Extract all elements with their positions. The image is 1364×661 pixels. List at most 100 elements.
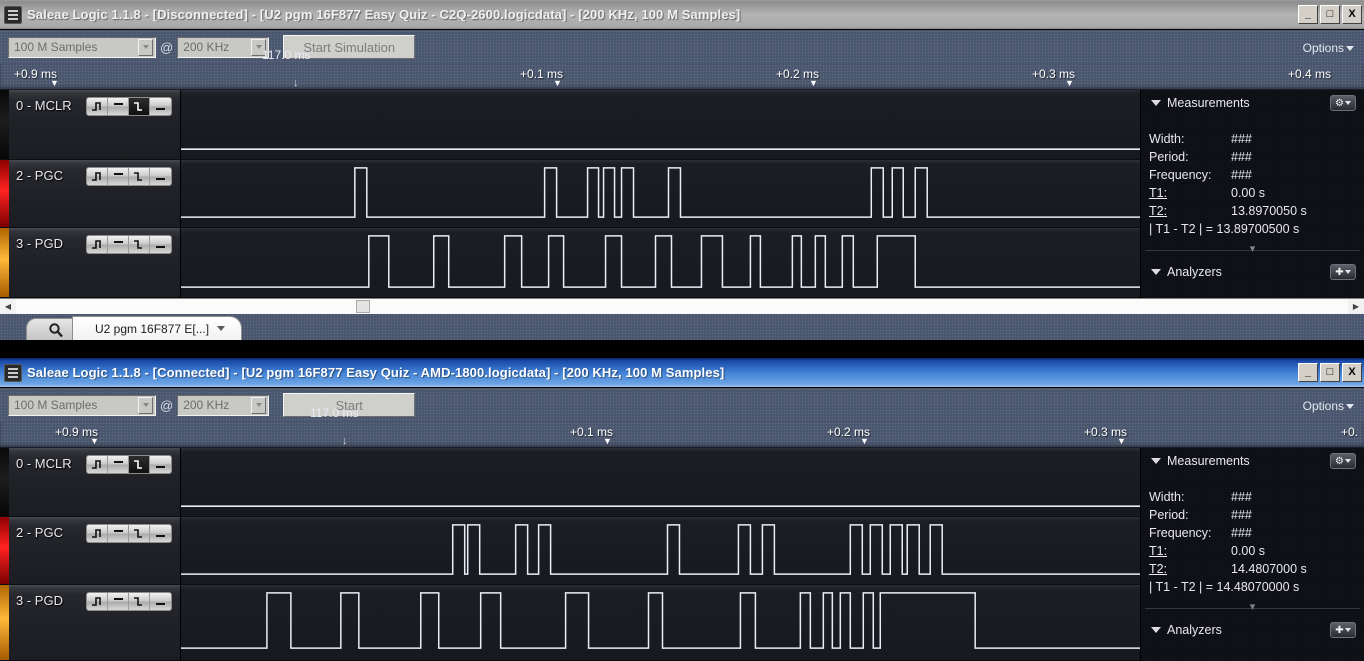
channel-row-pgc[interactable]: 2 - PGC [0,517,180,585]
channel-row-mclr[interactable]: 0 - MCLR [0,90,180,160]
measurement-row: Width:### [1149,130,1364,148]
measurement-row: Period:### [1149,148,1364,166]
waveform-mclr[interactable] [181,448,1140,517]
rising-edge-icon[interactable] [87,525,108,542]
scrollbar-thumb[interactable] [356,300,370,313]
high-level-icon[interactable] [108,593,129,610]
waveform-trace-mclr [181,90,1140,159]
trigger-marker-icon[interactable]: ↓ [342,435,348,447]
chevron-down-icon[interactable] [1151,100,1161,106]
waveform-area[interactable] [180,90,1140,298]
chevron-down-icon[interactable] [251,397,266,414]
sample-count-select[interactable]: 100 M Samples [8,395,156,416]
waveform-pgc[interactable] [181,517,1140,585]
gear-icon[interactable]: ⚙ [1330,95,1356,111]
maximize-button[interactable]: □ [1320,5,1340,24]
waveform-pgd[interactable] [181,228,1140,298]
high-level-icon[interactable] [108,525,129,542]
analyzers-header[interactable]: Analyzers ✚ [1141,617,1364,643]
waveform-area[interactable] [180,448,1140,661]
ruler-tick-icon: ▼ [809,79,818,88]
channel-row-pgd[interactable]: 3 - PGD [0,585,180,661]
panel-splitter[interactable] [1145,608,1360,609]
measurement-row-delta: | T1 - T2 | = 13.89700500 s [1149,220,1364,238]
low-level-icon[interactable] [150,593,171,610]
close-button[interactable]: X [1342,5,1362,24]
waveform-mclr[interactable] [181,90,1140,160]
sample-rate-select[interactable]: 200 KHz [177,395,269,416]
channel-color-bar [0,448,9,516]
chevron-down-icon[interactable] [138,39,153,56]
sample-count-select[interactable]: 100 M Samples [8,37,156,58]
falling-edge-icon[interactable] [129,593,150,610]
measurement-key[interactable]: T1: [1149,544,1231,558]
falling-edge-icon[interactable] [129,168,150,185]
chevron-down-icon[interactable] [1151,269,1161,275]
high-level-icon[interactable] [108,236,129,253]
falling-edge-icon[interactable] [129,525,150,542]
options-menu[interactable]: Options [1303,41,1354,55]
plus-icon[interactable]: ✚ [1330,622,1356,638]
high-level-icon[interactable] [108,168,129,185]
chevron-down-icon[interactable] [1151,627,1161,633]
gear-icon[interactable]: ⚙ [1330,453,1356,469]
falling-edge-icon[interactable] [129,236,150,253]
rising-edge-icon[interactable] [87,236,108,253]
window-titlebar[interactable]: Saleae Logic 1.1.8 - [Disconnected] - [U… [0,0,1364,30]
maximize-button[interactable]: □ [1320,363,1340,382]
chevron-down-icon[interactable] [217,326,225,331]
chevron-down-icon[interactable] [138,397,153,414]
timeline-ruler[interactable]: +0.9 ms ▼ +0.1 ms ▼ +0.2 ms ▼ +0.3 ms ▼ … [0,422,1364,448]
measurement-key[interactable]: T2: [1149,204,1231,218]
high-level-icon[interactable] [108,456,129,473]
plus-icon[interactable]: ✚ [1330,264,1356,280]
measurement-key: Width: [1149,132,1231,146]
minimize-button[interactable]: _ [1298,5,1318,24]
start-button[interactable]: Start [283,393,415,417]
low-level-icon[interactable] [150,98,171,115]
channel-row-pgd[interactable]: 3 - PGD [0,228,180,298]
start-simulation-button[interactable]: Start Simulation [283,35,415,59]
scrollbar-track[interactable] [16,299,1348,314]
edge-trigger-group [86,167,172,186]
waveform-pgc[interactable] [181,160,1140,228]
measurement-key[interactable]: T1: [1149,186,1231,200]
measurement-key: Width: [1149,490,1231,504]
high-level-icon[interactable] [108,98,129,115]
waveform-pgd[interactable] [181,585,1140,661]
document-tab[interactable]: U2 pgm 16F877 E[...] [72,316,242,340]
rising-edge-icon[interactable] [87,98,108,115]
sample-rate-select[interactable]: 200 KHz [177,37,269,58]
scroll-left-icon[interactable]: ◀ [0,299,16,314]
scroll-right-icon[interactable]: ▶ [1348,299,1364,314]
rising-edge-icon[interactable] [87,168,108,185]
analyzers-header[interactable]: Analyzers ✚ [1141,259,1364,285]
minimize-button[interactable]: _ [1298,363,1318,382]
low-level-icon[interactable] [150,236,171,253]
rising-edge-icon[interactable] [87,456,108,473]
low-level-icon[interactable] [150,525,171,542]
measurement-row: Period:### [1149,506,1364,524]
falling-edge-icon[interactable] [129,98,150,115]
measurement-key[interactable]: T2: [1149,562,1231,576]
low-level-icon[interactable] [150,456,171,473]
low-level-icon[interactable] [150,168,171,185]
rising-edge-icon[interactable] [87,593,108,610]
horizontal-scrollbar[interactable]: ◀ ▶ [0,298,1364,314]
chevron-down-icon[interactable] [1151,458,1161,464]
trigger-marker-icon[interactable]: ↓ [293,77,299,89]
options-label: Options [1303,399,1344,413]
window-titlebar[interactable]: Saleae Logic 1.1.8 - [Connected] - [U2 p… [0,358,1364,388]
measurements-header[interactable]: Measurements ⚙ [1141,448,1364,474]
channel-row-pgc[interactable]: 2 - PGC [0,160,180,228]
falling-edge-icon[interactable] [129,456,150,473]
timeline-ruler[interactable]: +0.9 ms ▼ +0.1 ms ▼ +0.2 ms ▼ +0.3 ms ▼ … [0,64,1364,90]
channel-label: 2 - PGC [16,525,63,540]
channel-row-mclr[interactable]: 0 - MCLR [0,448,180,517]
window-title: Saleae Logic 1.1.8 - [Connected] - [U2 p… [27,365,1290,380]
chevron-down-icon[interactable] [251,39,266,56]
close-button[interactable]: X [1342,363,1362,382]
measurements-header[interactable]: Measurements ⚙ [1141,90,1364,116]
panel-splitter[interactable] [1145,250,1360,251]
options-menu[interactable]: Options [1303,399,1354,413]
